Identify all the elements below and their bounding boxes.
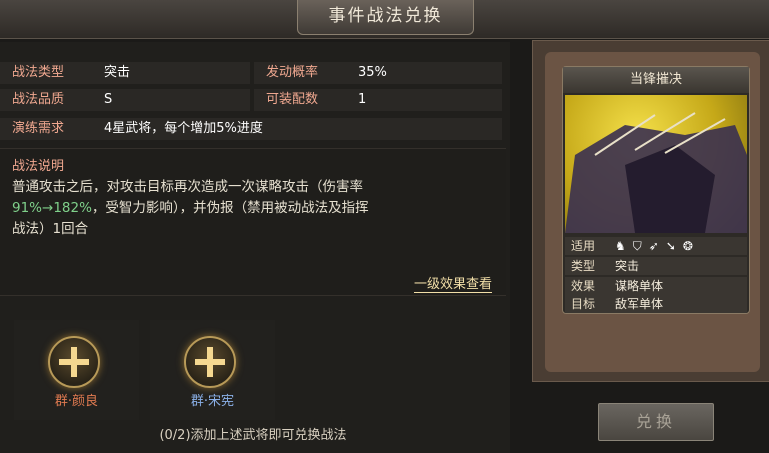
cavalry-charge-image xyxy=(565,112,747,233)
card-target-label: 目标 xyxy=(571,297,596,311)
rate-label: 发动概率 xyxy=(266,65,319,80)
rate-value: 35% xyxy=(358,65,387,80)
quality-row: 战法品质 S xyxy=(0,89,250,111)
description-text: 普通攻击之后，对攻击目标再次造成一次谋略攻击（伤害率 91%→182%，受智力影… xyxy=(12,177,502,240)
tactic-card: 当锋摧决 适用 ♞ ⛉ ➶ ➘ ❂ 类型 突击 效果 谋略单体 目标 敌军单体 xyxy=(562,66,750,314)
type-row: 战法类型 突击 xyxy=(0,62,250,84)
card-target-value: 敌军单体 xyxy=(615,297,664,311)
damage-rate-value: 91%→182% xyxy=(12,200,92,216)
card-effect-row: 效果 谋略单体 xyxy=(565,277,747,295)
card-artwork xyxy=(565,95,747,233)
card-type-value: 突击 xyxy=(615,259,640,273)
description-line-3: 战法）1回合 xyxy=(12,221,89,237)
type-value: 突击 xyxy=(104,65,131,80)
description-box: 战法说明 普通攻击之后，对攻击目标再次造成一次谋略攻击（伤害率 91%→182%… xyxy=(0,148,506,296)
card-type-label: 类型 xyxy=(571,259,596,273)
type-label: 战法类型 xyxy=(12,65,65,80)
quality-value: S xyxy=(104,92,113,107)
suit-label: 适用 xyxy=(571,239,596,253)
spear-icon: ➘ xyxy=(665,239,676,253)
exchange-hint: (0/2)添加上述武将即可兑换战法 xyxy=(159,428,347,443)
equip-row: 可装配数 1 xyxy=(254,89,502,111)
horse-icon: ♞ xyxy=(615,239,626,253)
rate-row: 发动概率 35% xyxy=(254,62,502,84)
general-slot-2[interactable]: 群·宋宪 xyxy=(150,320,275,420)
description-line-1: 普通攻击之后，对攻击目标再次造成一次谋略攻击（伤害率 xyxy=(12,179,363,195)
card-suit-row: 适用 ♞ ⛉ ➶ ➘ ❂ xyxy=(565,237,747,255)
card-target-row: 目标 敌军单体 xyxy=(565,295,747,313)
window-title: 事件战法兑换 xyxy=(297,0,474,35)
general-slot-2-name: 群·宋宪 xyxy=(190,394,235,409)
bow-icon: ➶ xyxy=(648,239,659,253)
card-type-row: 类型 突击 xyxy=(565,257,747,275)
title-bar: 事件战法兑换 xyxy=(0,0,769,39)
equip-value: 1 xyxy=(358,92,367,107)
description-title: 战法说明 xyxy=(12,159,65,174)
general-slot-1-name: 群·颜良 xyxy=(54,394,99,409)
add-general-icon[interactable] xyxy=(184,336,236,388)
exchange-button[interactable]: 兑换 xyxy=(598,403,714,441)
description-line-2: ，受智力影响），并伪报（禁用被动战法及指挥 xyxy=(91,200,369,216)
requirement-row: 演练需求 4星武将，每个增加5%进度 xyxy=(0,118,502,140)
add-general-icon[interactable] xyxy=(48,336,100,388)
requirement-label: 演练需求 xyxy=(12,121,65,136)
shield-icon: ⛉ xyxy=(632,239,642,253)
level-effect-link[interactable]: 一级效果查看 xyxy=(413,273,492,293)
suit-icons: ♞ ⛉ ➶ ➘ ❂ xyxy=(615,237,700,255)
quality-label: 战法品质 xyxy=(12,92,65,107)
general-slot-1[interactable]: 群·颜良 xyxy=(14,320,139,420)
card-effect-label: 效果 xyxy=(571,279,596,293)
wheel-icon: ❂ xyxy=(682,239,693,253)
card-effect-value: 谋略单体 xyxy=(615,279,664,293)
card-title: 当锋摧决 xyxy=(563,67,749,93)
requirement-value: 4星武将，每个增加5%进度 xyxy=(104,121,263,136)
equip-label: 可装配数 xyxy=(266,92,319,107)
